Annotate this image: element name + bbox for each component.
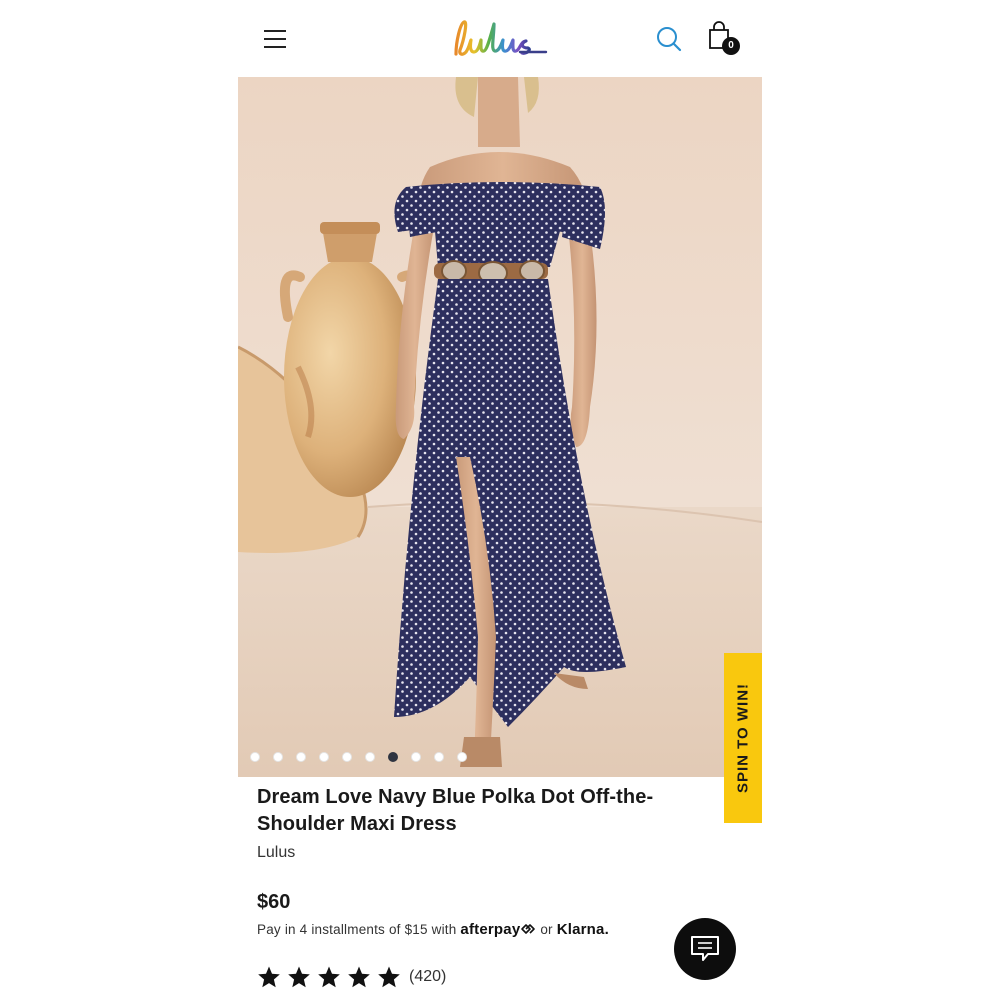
gallery-dot[interactable]: [342, 752, 352, 762]
product-image-gallery[interactable]: [238, 77, 762, 777]
menu-line-icon: [264, 38, 286, 40]
mobile-page: 0 SPIN TO WIN! Dream Love Navy Blue Polk…: [238, 0, 762, 1000]
gallery-dot[interactable]: [365, 752, 375, 762]
star-rating[interactable]: (420): [257, 965, 446, 989]
product-photo: [238, 77, 762, 777]
star-icon: [318, 966, 340, 988]
star-icon: [378, 966, 400, 988]
gallery-dot[interactable]: [411, 752, 421, 762]
search-icon: [657, 27, 682, 52]
spin-to-win-label: SPIN TO WIN!: [734, 682, 752, 794]
chat-bubble-icon: [691, 936, 719, 961]
gallery-dot-active[interactable]: [388, 752, 398, 762]
search-button[interactable]: [654, 24, 684, 54]
star-icon: [348, 966, 370, 988]
product-brand[interactable]: Lulus: [257, 844, 295, 862]
hamburger-menu-button[interactable]: [260, 26, 292, 52]
afterpay-label: afterpay: [460, 921, 521, 938]
gallery-dot[interactable]: [457, 752, 467, 762]
shopping-bag-button[interactable]: 0: [706, 20, 746, 60]
menu-line-icon: [264, 30, 286, 32]
or-text: or: [540, 922, 553, 937]
product-title: Dream Love Navy Blue Polka Dot Off-the-S…: [257, 786, 654, 835]
installments-text: Pay in 4 installments of $15 with: [257, 922, 457, 937]
gallery-pagination: [250, 752, 467, 764]
klarna-link[interactable]: Klarna.: [557, 921, 609, 938]
review-count[interactable]: (420): [409, 968, 446, 986]
gallery-dot[interactable]: [296, 752, 306, 762]
spin-to-win-tab[interactable]: SPIN TO WIN!: [724, 653, 762, 823]
afterpay-logo-icon: [521, 924, 536, 934]
menu-line-icon: [264, 46, 286, 48]
gallery-dot[interactable]: [250, 752, 260, 762]
gallery-dot[interactable]: [273, 752, 283, 762]
star-icon: [288, 966, 310, 988]
gallery-dot[interactable]: [434, 752, 444, 762]
afterpay-link[interactable]: afterpay: [460, 921, 536, 938]
product-price: $60: [257, 891, 291, 913]
star-icon: [258, 966, 280, 988]
cart-count-badge: 0: [722, 37, 740, 55]
chat-button[interactable]: [674, 918, 736, 980]
gallery-dot[interactable]: [319, 752, 329, 762]
site-header: 0: [238, 0, 762, 77]
lulus-logo[interactable]: [450, 14, 550, 62]
installments-info: Pay in 4 installments of $15 with afterp…: [257, 921, 609, 938]
